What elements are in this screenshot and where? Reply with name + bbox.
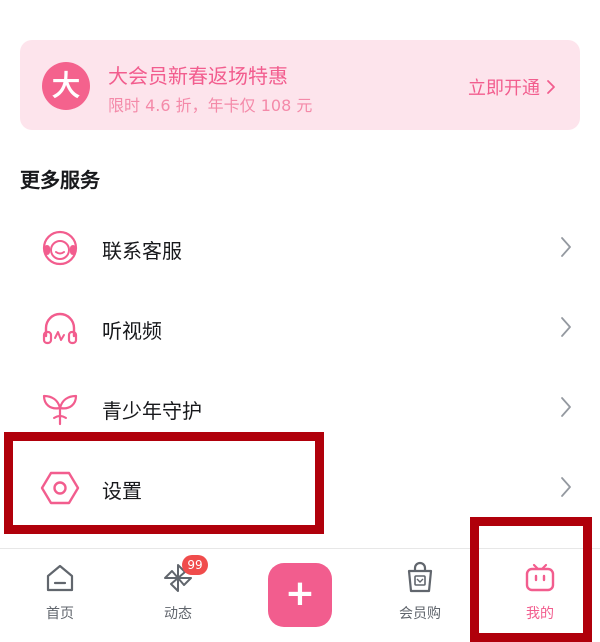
- publish-button[interactable]: +: [268, 563, 332, 627]
- vip-promo-subtitle: 限时 4.6 折，年卡仅 108 元: [108, 96, 313, 115]
- service-item-youth-protection[interactable]: 青少年守护: [0, 368, 600, 448]
- hexagon-settings-icon: [40, 471, 80, 505]
- tab-home[interactable]: 首页: [20, 561, 100, 623]
- tv-face-icon: [525, 563, 555, 592]
- vip-badge-icon: 大: [42, 62, 90, 110]
- bottom-tab-bar: 首页 99 动态 + 会员购 我的: [0, 548, 600, 642]
- tab-label: 会员购: [399, 606, 441, 622]
- headset-icon: [42, 230, 78, 266]
- service-label: 听视频: [102, 319, 162, 343]
- tab-vip-shop[interactable]: 会员购: [380, 561, 460, 623]
- section-title-more-services: 更多服务: [20, 168, 100, 192]
- headphones-icon: [42, 312, 78, 345]
- vip-open-button[interactable]: 立即开通: [468, 74, 556, 100]
- tab-mine[interactable]: 我的: [500, 561, 580, 623]
- vip-promo-title: 大会员新春返场特惠: [108, 64, 288, 88]
- chevron-right-icon: [561, 397, 571, 417]
- tab-label: 首页: [46, 606, 74, 622]
- service-item-customer-service[interactable]: 联系客服: [0, 208, 600, 288]
- service-item-listen-video[interactable]: 听视频: [0, 288, 600, 368]
- service-label: 设置: [102, 479, 142, 503]
- sprout-icon: [42, 394, 78, 426]
- chevron-right-icon: [561, 477, 571, 497]
- chevron-right-icon: [561, 317, 571, 337]
- home-icon: [46, 564, 74, 592]
- chevron-right-icon: [547, 80, 555, 94]
- tab-label: 动态: [164, 606, 192, 622]
- chevron-right-icon: [561, 237, 571, 257]
- tab-dynamic[interactable]: 99 动态: [138, 555, 218, 623]
- shopping-bag-icon: [407, 561, 433, 593]
- vip-open-label: 立即开通: [468, 78, 540, 99]
- service-label: 青少年守护: [102, 399, 202, 423]
- service-label: 联系客服: [102, 239, 182, 263]
- service-item-settings[interactable]: 设置: [0, 448, 600, 528]
- vip-promo-banner[interactable]: 大 大会员新春返场特惠 限时 4.6 折，年卡仅 108 元 立即开通: [20, 40, 580, 130]
- notification-badge: 99: [182, 555, 208, 575]
- tab-label: 我的: [526, 606, 554, 622]
